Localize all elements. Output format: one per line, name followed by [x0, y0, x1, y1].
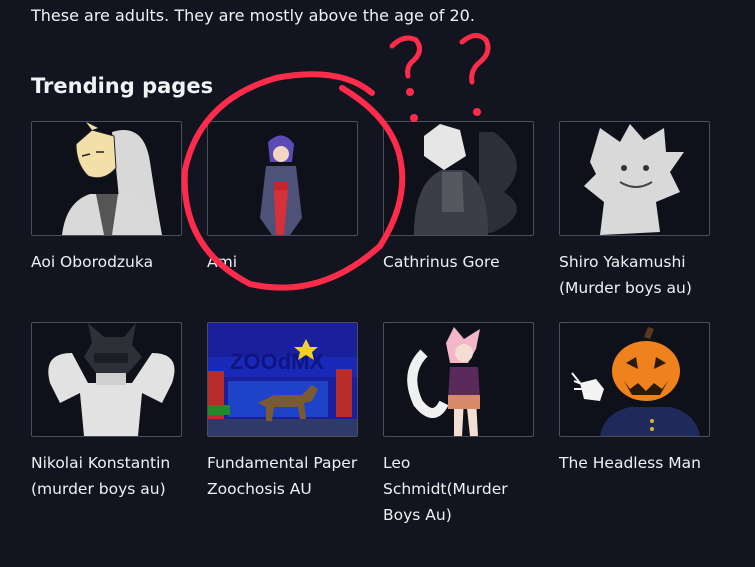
intro-text: These are adults. They are mostly above … — [31, 6, 475, 25]
page-label-ami: Ami — [207, 253, 238, 271]
page-label-aoi: Aoi Oborodzuka — [31, 253, 154, 271]
thumbnail-shiro — [559, 121, 710, 236]
thumbnail-cathrinus — [383, 121, 534, 236]
thumbnail-fpz: ZOOdMX — [207, 322, 358, 437]
page-card-ami[interactable]: Ami — [207, 121, 358, 275]
thumbnail-leo — [383, 322, 534, 437]
page-label-leo: Leo Schmidt(Murder Boys Au) — [383, 454, 508, 524]
page-label-headless: The Headless Man — [559, 454, 701, 472]
question-mark-1 — [389, 35, 422, 79]
page-label-fpz: Fundamental Paper Zoochosis AU — [207, 454, 358, 498]
question-mark-2-dot — [473, 108, 481, 116]
thumbnail-aoi — [31, 121, 182, 236]
page-label-shiro: Shiro Yakamushi (Murder boys au) — [559, 253, 692, 297]
thumbnail-nikolai — [31, 322, 182, 437]
thumbnail-ami — [207, 121, 358, 236]
page-card-fpz[interactable]: ZOOdMX Fundamental Paper Zoochosis AU — [207, 322, 358, 502]
page-card-shiro[interactable]: Shiro Yakamushi (Murder boys au) — [559, 121, 710, 301]
page-card-cathrinus[interactable]: Cathrinus Gore — [383, 121, 534, 275]
question-mark-1-dot — [406, 88, 414, 96]
page-card-aoi[interactable]: Aoi Oborodzuka — [31, 121, 182, 275]
thumbnail-headless — [559, 322, 710, 437]
question-mark-2 — [459, 33, 491, 85]
page-card-leo[interactable]: Leo Schmidt(Murder Boys Au) — [383, 322, 534, 528]
page-card-headless[interactable]: The Headless Man — [559, 322, 710, 476]
page-card-nikolai[interactable]: Nikolai Konstantin (murder boys au) — [31, 322, 182, 502]
page-label-nikolai: Nikolai Konstantin (murder boys au) — [31, 454, 171, 498]
page-label-cathrinus: Cathrinus Gore — [383, 253, 500, 271]
section-title: Trending pages — [31, 74, 214, 98]
